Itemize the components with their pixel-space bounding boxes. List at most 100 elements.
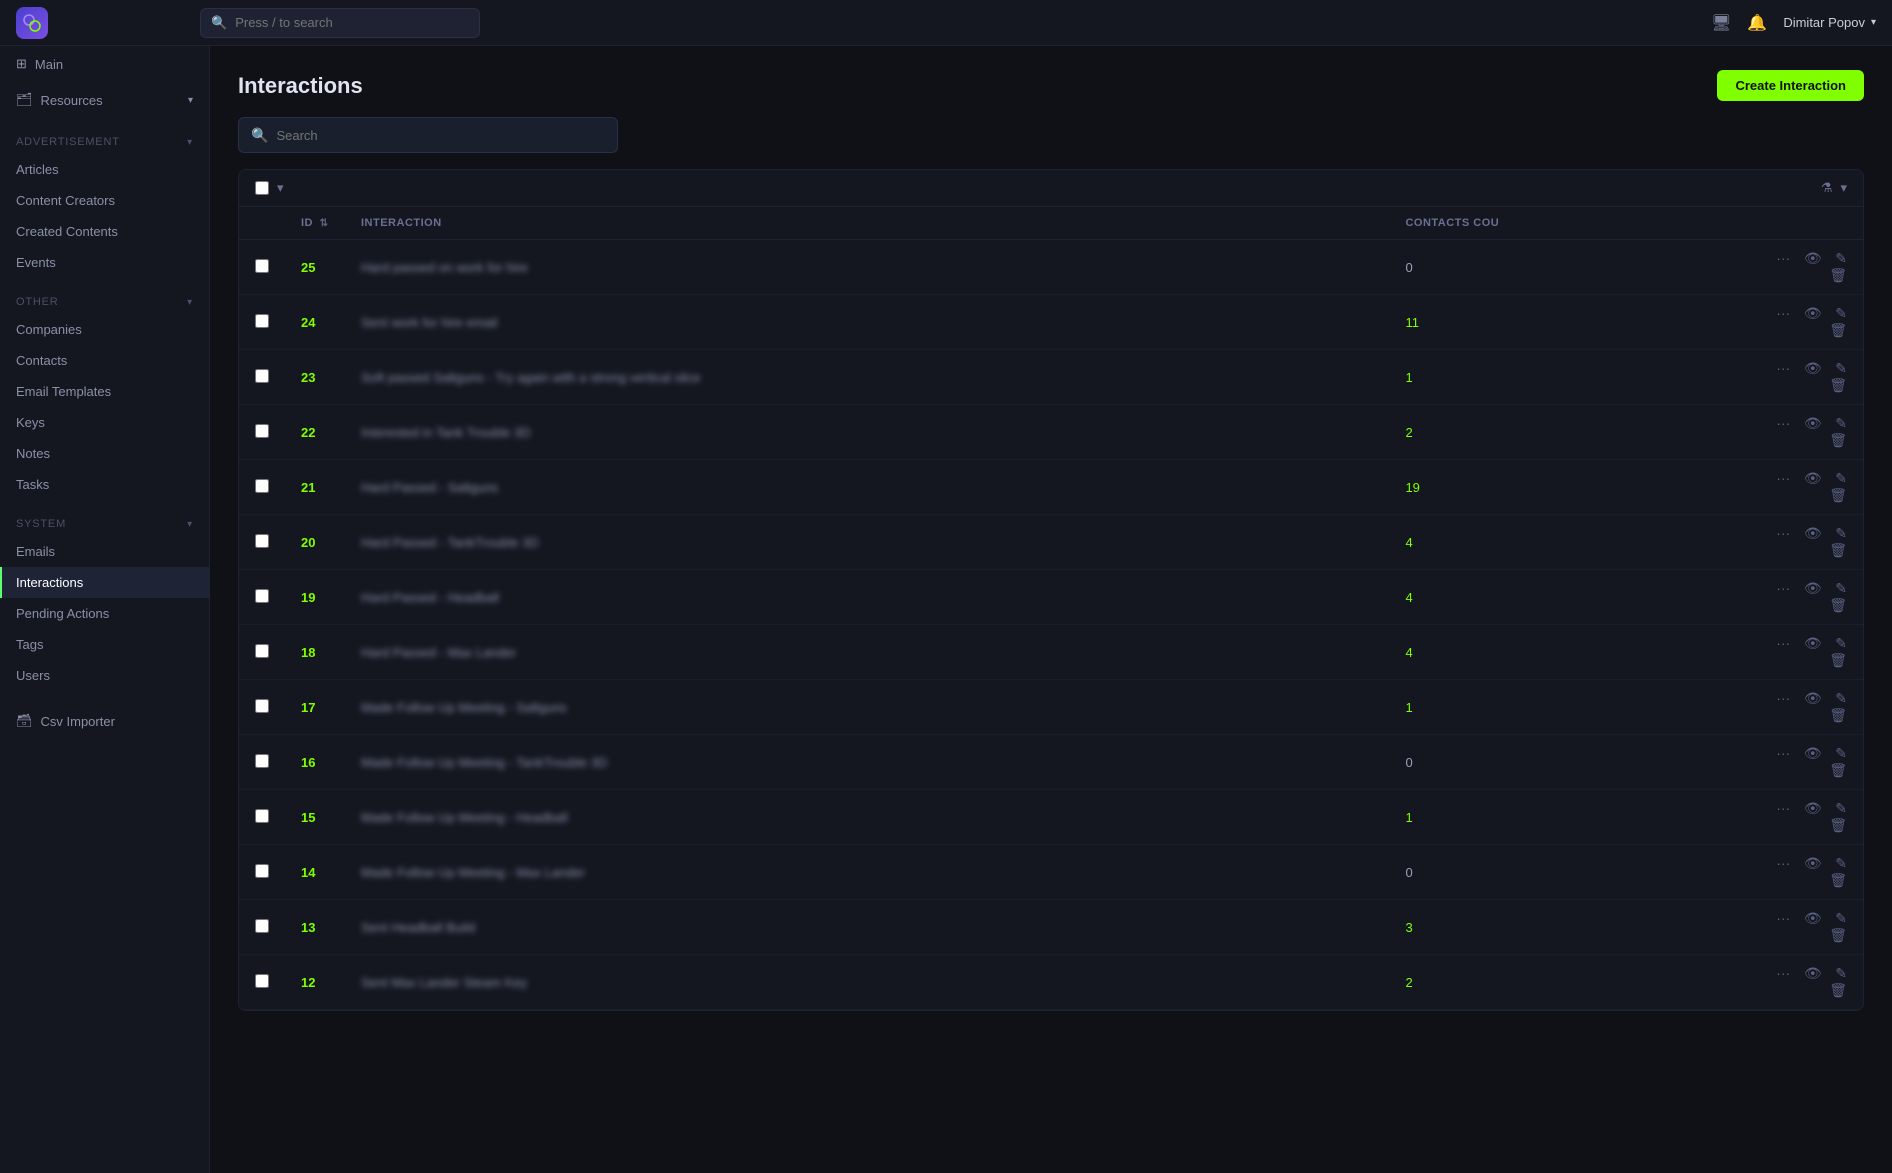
edit-icon[interactable]: ✎ xyxy=(1835,745,1847,761)
sidebar-item-csv-importer[interactable]: 🗃 Csv Importer xyxy=(0,703,209,739)
view-icon[interactable]: 👁 xyxy=(1804,360,1822,376)
filter-chevron-icon[interactable]: ▾ xyxy=(1840,180,1847,196)
sidebar-item-users[interactable]: Users xyxy=(0,660,209,691)
more-options-icon[interactable]: ··· xyxy=(1776,910,1790,926)
sidebar-resources-toggle[interactable]: 🗂 Resources ▾ xyxy=(0,82,209,118)
sidebar-item-events[interactable]: Events xyxy=(0,247,209,278)
more-options-icon[interactable]: ··· xyxy=(1776,250,1790,266)
delete-icon[interactable]: 🗑 xyxy=(1829,762,1847,778)
edit-icon[interactable]: ✎ xyxy=(1835,415,1847,431)
edit-icon[interactable]: ✎ xyxy=(1835,690,1847,706)
delete-icon[interactable]: 🗑 xyxy=(1829,817,1847,833)
dropdown-chevron-icon[interactable]: ▾ xyxy=(277,180,284,196)
view-icon[interactable]: 👁 xyxy=(1804,415,1822,431)
delete-icon[interactable]: 🗑 xyxy=(1829,927,1847,943)
topnav-search-input[interactable] xyxy=(235,15,435,30)
row-checkbox[interactable] xyxy=(255,974,269,988)
sidebar-item-notes[interactable]: Notes xyxy=(0,438,209,469)
more-options-icon[interactable]: ··· xyxy=(1776,525,1790,541)
more-options-icon[interactable]: ··· xyxy=(1776,965,1790,981)
view-icon[interactable]: 👁 xyxy=(1804,800,1822,816)
select-all-checkbox[interactable] xyxy=(255,181,269,195)
user-menu[interactable]: Dimitar Popov ▾ xyxy=(1783,15,1876,30)
sidebar-item-main[interactable]: ⊞ Main xyxy=(0,46,209,82)
sidebar-item-content-creators[interactable]: Content Creators xyxy=(0,185,209,216)
sidebar-item-email-templates[interactable]: Email Templates xyxy=(0,376,209,407)
view-icon[interactable]: 👁 xyxy=(1804,305,1822,321)
delete-icon[interactable]: 🗑 xyxy=(1829,542,1847,558)
edit-icon[interactable]: ✎ xyxy=(1835,360,1847,376)
edit-icon[interactable]: ✎ xyxy=(1835,305,1847,321)
delete-icon[interactable]: 🗑 xyxy=(1829,652,1847,668)
row-checkbox[interactable] xyxy=(255,259,269,273)
row-checkbox[interactable] xyxy=(255,699,269,713)
delete-icon[interactable]: 🗑 xyxy=(1829,597,1847,613)
filter-icon[interactable]: ⚗ xyxy=(1821,180,1833,196)
edit-icon[interactable]: ✎ xyxy=(1835,250,1847,266)
sidebar-item-tags[interactable]: Tags xyxy=(0,629,209,660)
row-checkbox[interactable] xyxy=(255,534,269,548)
view-icon[interactable]: 👁 xyxy=(1804,635,1822,651)
more-options-icon[interactable]: ··· xyxy=(1776,745,1790,761)
edit-icon[interactable]: ✎ xyxy=(1835,635,1847,651)
edit-icon[interactable]: ✎ xyxy=(1835,910,1847,926)
sidebar-item-companies[interactable]: Companies xyxy=(0,314,209,345)
edit-icon[interactable]: ✎ xyxy=(1835,855,1847,871)
row-checkbox[interactable] xyxy=(255,314,269,328)
view-icon[interactable]: 👁 xyxy=(1804,855,1822,871)
delete-icon[interactable]: 🗑 xyxy=(1829,322,1847,338)
row-checkbox[interactable] xyxy=(255,809,269,823)
more-options-icon[interactable]: ··· xyxy=(1776,470,1790,486)
sidebar-item-interactions[interactable]: Interactions xyxy=(0,567,209,598)
edit-icon[interactable]: ✎ xyxy=(1835,965,1847,981)
view-icon[interactable]: 👁 xyxy=(1804,690,1822,706)
delete-icon[interactable]: 🗑 xyxy=(1829,982,1847,998)
edit-icon[interactable]: ✎ xyxy=(1835,470,1847,486)
monitor-icon[interactable]: 🖥 xyxy=(1711,13,1731,33)
view-icon[interactable]: 👁 xyxy=(1804,580,1822,596)
more-options-icon[interactable]: ··· xyxy=(1776,855,1790,871)
search-input[interactable] xyxy=(276,128,605,143)
sidebar-item-emails[interactable]: Emails xyxy=(0,536,209,567)
row-checkbox[interactable] xyxy=(255,424,269,438)
sidebar-item-pending-actions[interactable]: Pending Actions xyxy=(0,598,209,629)
delete-icon[interactable]: 🗑 xyxy=(1829,432,1847,448)
sidebar-item-tasks[interactable]: Tasks xyxy=(0,469,209,500)
edit-icon[interactable]: ✎ xyxy=(1835,800,1847,816)
delete-icon[interactable]: 🗑 xyxy=(1829,707,1847,723)
sidebar-item-keys[interactable]: Keys xyxy=(0,407,209,438)
view-icon[interactable]: 👁 xyxy=(1804,470,1822,486)
more-options-icon[interactable]: ··· xyxy=(1776,580,1790,596)
view-icon[interactable]: 👁 xyxy=(1804,745,1822,761)
more-options-icon[interactable]: ··· xyxy=(1776,360,1790,376)
view-icon[interactable]: 👁 xyxy=(1804,910,1822,926)
create-interaction-button[interactable]: Create Interaction xyxy=(1717,70,1864,101)
id-sort-icon[interactable]: ⇅ xyxy=(320,218,329,229)
view-icon[interactable]: 👁 xyxy=(1804,525,1822,541)
row-checkbox[interactable] xyxy=(255,864,269,878)
row-checkbox[interactable] xyxy=(255,754,269,768)
delete-icon[interactable]: 🗑 xyxy=(1829,487,1847,503)
view-icon[interactable]: 👁 xyxy=(1804,965,1822,981)
edit-icon[interactable]: ✎ xyxy=(1835,580,1847,596)
delete-icon[interactable]: 🗑 xyxy=(1829,267,1847,283)
sidebar-item-created-contents[interactable]: Created Contents xyxy=(0,216,209,247)
delete-icon[interactable]: 🗑 xyxy=(1829,377,1847,393)
more-options-icon[interactable]: ··· xyxy=(1776,800,1790,816)
sidebar-item-articles[interactable]: Articles xyxy=(0,154,209,185)
more-options-icon[interactable]: ··· xyxy=(1776,635,1790,651)
edit-icon[interactable]: ✎ xyxy=(1835,525,1847,541)
bell-icon[interactable]: 🔔 xyxy=(1747,13,1767,33)
more-options-icon[interactable]: ··· xyxy=(1776,690,1790,706)
view-icon[interactable]: 👁 xyxy=(1804,250,1822,266)
row-checkbox[interactable] xyxy=(255,479,269,493)
row-checkbox[interactable] xyxy=(255,644,269,658)
sidebar-item-contacts[interactable]: Contacts xyxy=(0,345,209,376)
row-checkbox[interactable] xyxy=(255,919,269,933)
search-bar[interactable]: 🔍 xyxy=(238,117,618,153)
row-checkbox[interactable] xyxy=(255,369,269,383)
delete-icon[interactable]: 🗑 xyxy=(1829,872,1847,888)
row-checkbox[interactable] xyxy=(255,589,269,603)
topnav-search-bar[interactable]: 🔍 xyxy=(200,8,480,38)
more-options-icon[interactable]: ··· xyxy=(1776,415,1790,431)
